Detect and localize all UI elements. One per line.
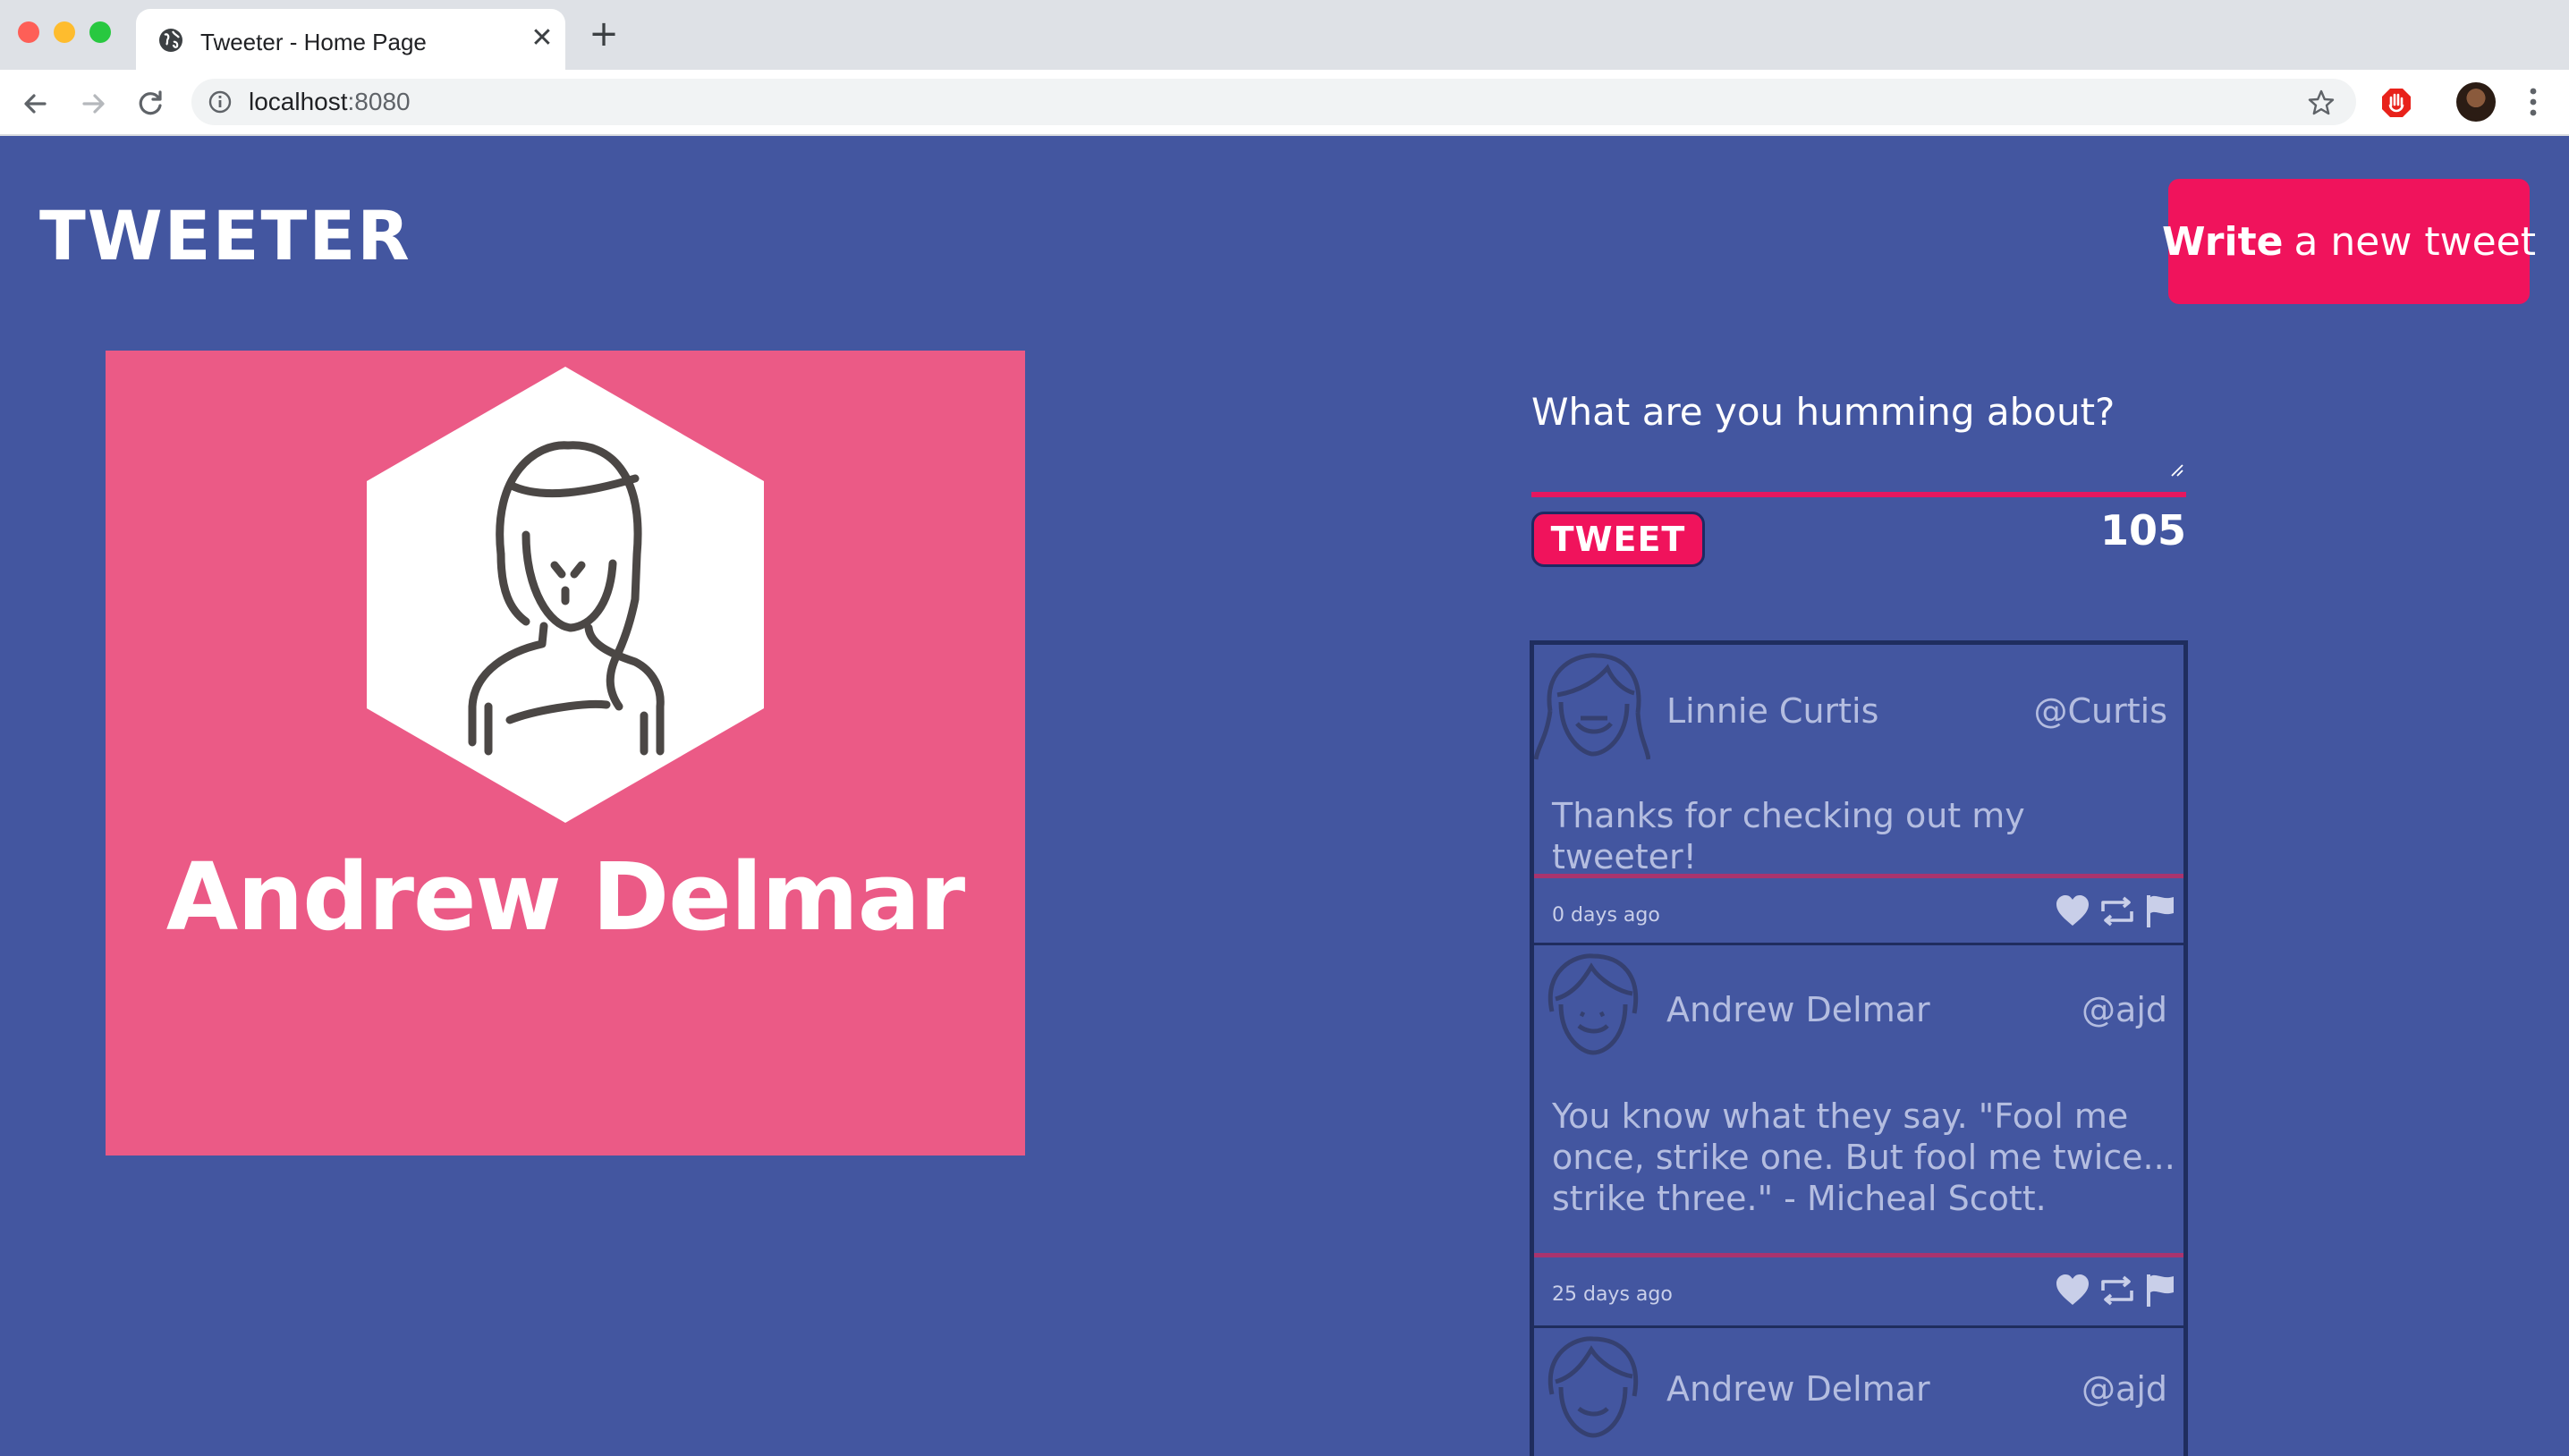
- brand-logo: TWEETER: [39, 196, 411, 275]
- heart-icon[interactable]: [2055, 893, 2090, 929]
- flag-icon[interactable]: [2144, 1273, 2176, 1308]
- character-counter: 105: [2099, 506, 2186, 554]
- heart-icon[interactable]: [2055, 1273, 2090, 1308]
- window-zoom-button[interactable]: [89, 21, 111, 43]
- site-info-icon[interactable]: [208, 89, 233, 114]
- new-tab-button[interactable]: +: [586, 16, 622, 54]
- tweet-divider: [1534, 1253, 2183, 1257]
- tweet-text: You know what they say. "Fool me once, s…: [1552, 1096, 2175, 1218]
- tweet-timestamp: 0 days ago: [1552, 904, 1660, 927]
- browser-tab-active[interactable]: Tweeter - Home Page ✕: [136, 9, 565, 70]
- tweet-card: Andrew Delmar @ajd You know what they sa…: [1534, 945, 2183, 1328]
- tweet-author-name: Andrew Delmar: [1666, 990, 1930, 1029]
- tweet-timestamp: 25 days ago: [1552, 1283, 1673, 1306]
- profile-avatar-image: [367, 367, 764, 823]
- browser-toolbar: localhost:8080: [0, 70, 2569, 136]
- tweet-author-name: Linnie Curtis: [1666, 691, 1879, 731]
- retweet-icon[interactable]: [2099, 1273, 2135, 1308]
- tweet-author-handle[interactable]: @ajd: [2081, 1369, 2167, 1409]
- tweet-avatar-icon: [1534, 653, 1650, 760]
- flag-icon[interactable]: [2144, 893, 2176, 929]
- tweet-avatar-icon: [1547, 1336, 1639, 1438]
- globe-icon: [159, 29, 182, 52]
- tab-close-icon[interactable]: ✕: [528, 25, 556, 54]
- tweet-text: Thanks for checking out my tweeter!: [1552, 796, 2025, 876]
- write-button-rest: a new tweet: [2293, 218, 2536, 265]
- tweet-divider: [1534, 874, 2183, 878]
- tweet-actions: [2055, 1273, 2176, 1308]
- tweet-actions: [2055, 893, 2176, 929]
- tweet-submit-button[interactable]: TWEET: [1531, 512, 1705, 567]
- forward-arrow-icon[interactable]: [73, 84, 113, 123]
- retweet-icon[interactable]: [2099, 893, 2135, 929]
- profile-name: Andrew Delmar: [165, 842, 965, 952]
- back-arrow-icon[interactable]: [16, 84, 55, 123]
- window-minimize-button[interactable]: [54, 21, 75, 43]
- browser-menu-icon[interactable]: [2526, 84, 2540, 120]
- address-url: localhost:8080: [249, 88, 411, 115]
- tweet-card: Linnie Curtis @Curtis Thanks for checkin…: [1534, 645, 2183, 945]
- tweet-author-handle[interactable]: @ajd: [2081, 990, 2167, 1029]
- bookmark-star-icon[interactable]: [2306, 88, 2336, 118]
- textarea-resize-icon[interactable]: [2168, 461, 2184, 478]
- write-new-tweet-button[interactable]: Write a new tweet: [2162, 179, 2536, 304]
- reload-icon[interactable]: [131, 84, 170, 123]
- address-bar[interactable]: localhost:8080: [191, 79, 2356, 125]
- browser-tab-bar: Tweeter - Home Page ✕ +: [0, 0, 2569, 70]
- profile-avatar[interactable]: [2456, 82, 2496, 122]
- tweet-author-name: Andrew Delmar: [1666, 1369, 1930, 1409]
- tweet-avatar-icon: [1547, 953, 1639, 1055]
- compose-underline: [1531, 492, 2186, 497]
- tweet-author-handle[interactable]: @Curtis: [2034, 691, 2168, 731]
- tweet-feed: Linnie Curtis @Curtis Thanks for checkin…: [1530, 640, 2188, 1456]
- profile-card: Andrew Delmar: [106, 351, 1025, 1155]
- tweet-card: Andrew Delmar @ajd: [1534, 1328, 2183, 1456]
- tab-title: Tweeter - Home Page: [200, 29, 427, 55]
- compose-tweet-input[interactable]: [1531, 385, 2186, 485]
- extension-stop-icon[interactable]: [2379, 86, 2413, 120]
- window-close-button[interactable]: [18, 21, 39, 43]
- write-button-strong: Write: [2162, 218, 2284, 265]
